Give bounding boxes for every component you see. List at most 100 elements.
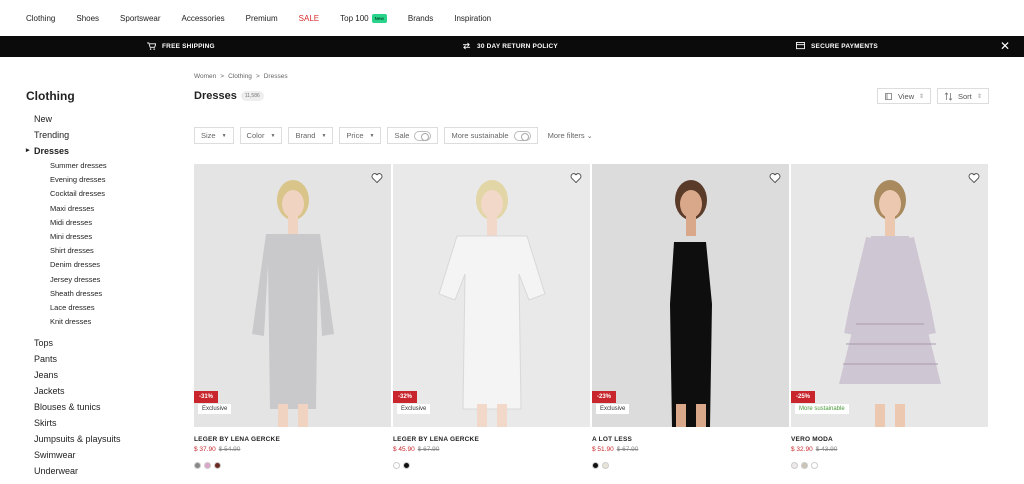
product-image[interactable]: -31% Exclusive: [194, 164, 391, 427]
sidebar-item-new[interactable]: New: [26, 111, 176, 127]
product-image[interactable]: -32% Exclusive: [393, 164, 590, 427]
sidebar-sub-knit-dresses[interactable]: Knit dresses: [26, 315, 176, 329]
brand-filter[interactable]: Brand ▼: [288, 127, 334, 144]
category-sidebar: Clothing New Trending Dresses Summer dre…: [26, 89, 176, 479]
product-brand[interactable]: VERO MODA: [791, 436, 988, 443]
current-price: $ 51.90: [592, 446, 614, 453]
chevron-down-icon: ⌄: [586, 133, 593, 140]
sustainable-toggle[interactable]: More sustainable: [444, 127, 538, 144]
sidebar-sub-shirt-dresses[interactable]: Shirt dresses: [26, 244, 176, 258]
nav-premium[interactable]: Premium: [246, 14, 278, 23]
sidebar-item-jackets[interactable]: Jackets: [26, 383, 176, 399]
sidebar-sub-lace-dresses[interactable]: Lace dresses: [26, 301, 176, 315]
more-filters-button[interactable]: More filters ⌄: [548, 131, 593, 140]
sidebar-item-dresses[interactable]: Dresses: [26, 143, 176, 159]
updown-icon: ⇕: [976, 93, 982, 100]
sidebar-sub-jersey-dresses[interactable]: Jersey dresses: [26, 273, 176, 287]
sale-toggle[interactable]: Sale: [387, 127, 439, 144]
color-swatch[interactable]: [592, 462, 599, 469]
cart-icon: [147, 42, 156, 50]
breadcrumb-clothing[interactable]: Clothing: [228, 73, 252, 80]
color-swatch[interactable]: [801, 462, 808, 469]
heart-icon[interactable]: [968, 172, 980, 184]
product-brand[interactable]: LEGER BY LENA GERCKE: [393, 436, 590, 443]
sidebar-sub-evening-dresses[interactable]: Evening dresses: [26, 173, 176, 187]
secure-payments: SECURE PAYMENTS: [796, 42, 878, 50]
current-price: $ 45.90: [393, 446, 415, 453]
heart-icon[interactable]: [371, 172, 383, 184]
color-swatch[interactable]: [204, 462, 211, 469]
product-brand[interactable]: A LOT LESS: [592, 436, 789, 443]
size-filter[interactable]: Size ▼: [194, 127, 234, 144]
view-button[interactable]: View ⇕: [877, 88, 931, 104]
color-swatch[interactable]: [403, 462, 410, 469]
model-photo: [393, 164, 590, 427]
sidebar-sub-denim-dresses[interactable]: Denim dresses: [26, 258, 176, 272]
more-filters-label: More filters: [547, 131, 585, 140]
breadcrumb-dresses: Dresses: [263, 73, 288, 80]
sidebar-item-pants[interactable]: Pants: [26, 351, 176, 367]
color-filter-label: Color: [246, 131, 265, 140]
color-swatch[interactable]: [602, 462, 609, 469]
view-icon: [885, 92, 892, 100]
sort-button[interactable]: Sort ⇕: [937, 88, 989, 104]
sidebar-title: Clothing: [26, 89, 75, 103]
color-swatch[interactable]: [393, 462, 400, 469]
color-swatch[interactable]: [214, 462, 221, 469]
sidebar-sub-summer-dresses[interactable]: Summer dresses: [26, 159, 176, 173]
color-filter[interactable]: Color ▼: [239, 127, 283, 144]
original-price: $ 43.90: [815, 446, 838, 453]
return-policy-label: 30 DAY RETURN POLICY: [477, 42, 558, 50]
nav-accessories[interactable]: Accessories: [182, 14, 225, 23]
color-swatch[interactable]: [791, 462, 798, 469]
color-swatch[interactable]: [811, 462, 818, 469]
nav-shoes[interactable]: Shoes: [76, 14, 99, 23]
product-card[interactable]: -25% More sustainable VERO MODA $ 32.90 …: [791, 164, 988, 469]
nav-clothing[interactable]: Clothing: [26, 14, 55, 23]
product-grid: -31% Exclusive LEGER BY LENA GERCKE $ 37…: [194, 164, 988, 469]
sidebar-item-skirts[interactable]: Skirts: [26, 415, 176, 431]
nav-sale[interactable]: SALE: [299, 14, 319, 23]
sidebar-sub-sheath-dresses[interactable]: Sheath dresses: [26, 287, 176, 301]
product-card[interactable]: -31% Exclusive LEGER BY LENA GERCKE $ 37…: [194, 164, 391, 469]
original-price: $ 67.90: [417, 446, 440, 453]
breadcrumb: Women > Clothing > Dresses: [194, 73, 288, 80]
size-filter-label: Size: [201, 131, 216, 140]
product-brand[interactable]: LEGER BY LENA GERCKE: [194, 436, 391, 443]
product-image[interactable]: -23% Exclusive: [592, 164, 789, 427]
nav-inspiration[interactable]: Inspiration: [454, 14, 491, 23]
sidebar-item-jeans[interactable]: Jeans: [26, 367, 176, 383]
sidebar-item-tops[interactable]: Tops: [26, 335, 176, 351]
heart-icon[interactable]: [769, 172, 781, 184]
sidebar-sub-cocktail-dresses[interactable]: Cocktail dresses: [26, 187, 176, 201]
product-card[interactable]: -23% Exclusive A LOT LESS $ 51.90 $ 67.9…: [592, 164, 789, 469]
sidebar-item-swimwear[interactable]: Swimwear: [26, 447, 176, 463]
product-card[interactable]: -32% Exclusive LEGER BY LENA GERCKE $ 45…: [393, 164, 590, 469]
brand-filter-label: Brand: [295, 131, 316, 140]
caret-down-icon: ▼: [270, 132, 276, 139]
price-filter[interactable]: Price ▼: [339, 127, 382, 144]
nav-sportswear[interactable]: Sportswear: [120, 14, 160, 23]
payment-card-icon: [796, 42, 805, 50]
product-image[interactable]: -25% More sustainable: [791, 164, 988, 427]
toggle-switch[interactable]: [414, 130, 432, 141]
nav-brands[interactable]: Brands: [408, 14, 433, 23]
nav-top-100[interactable]: Top 100 New: [340, 13, 387, 23]
sidebar-item-underwear[interactable]: Underwear: [26, 463, 176, 479]
breadcrumb-women[interactable]: Women: [194, 73, 216, 80]
color-swatch[interactable]: [194, 462, 201, 469]
close-icon[interactable]: ✕: [1000, 39, 1010, 53]
sidebar-item-trending[interactable]: Trending: [26, 127, 176, 143]
sidebar-item-jumpsuits[interactable]: Jumpsuits & playsuits: [26, 431, 176, 447]
sidebar-sub-maxi-dresses[interactable]: Maxi dresses: [26, 202, 176, 216]
sale-toggle-label: Sale: [394, 131, 410, 140]
heart-icon[interactable]: [570, 172, 582, 184]
sidebar-sub-mini-dresses[interactable]: Mini dresses: [26, 230, 176, 244]
sidebar-sub-midi-dresses[interactable]: Midi dresses: [26, 216, 176, 230]
discount-badge: -31%: [194, 391, 219, 403]
product-tag: Exclusive: [596, 404, 630, 414]
toggle-switch[interactable]: [513, 130, 531, 141]
discount-badge: -25%: [791, 391, 816, 403]
return-policy: 30 DAY RETURN POLICY: [462, 42, 558, 50]
sidebar-item-blouses-tunics[interactable]: Blouses & tunics: [26, 399, 176, 415]
